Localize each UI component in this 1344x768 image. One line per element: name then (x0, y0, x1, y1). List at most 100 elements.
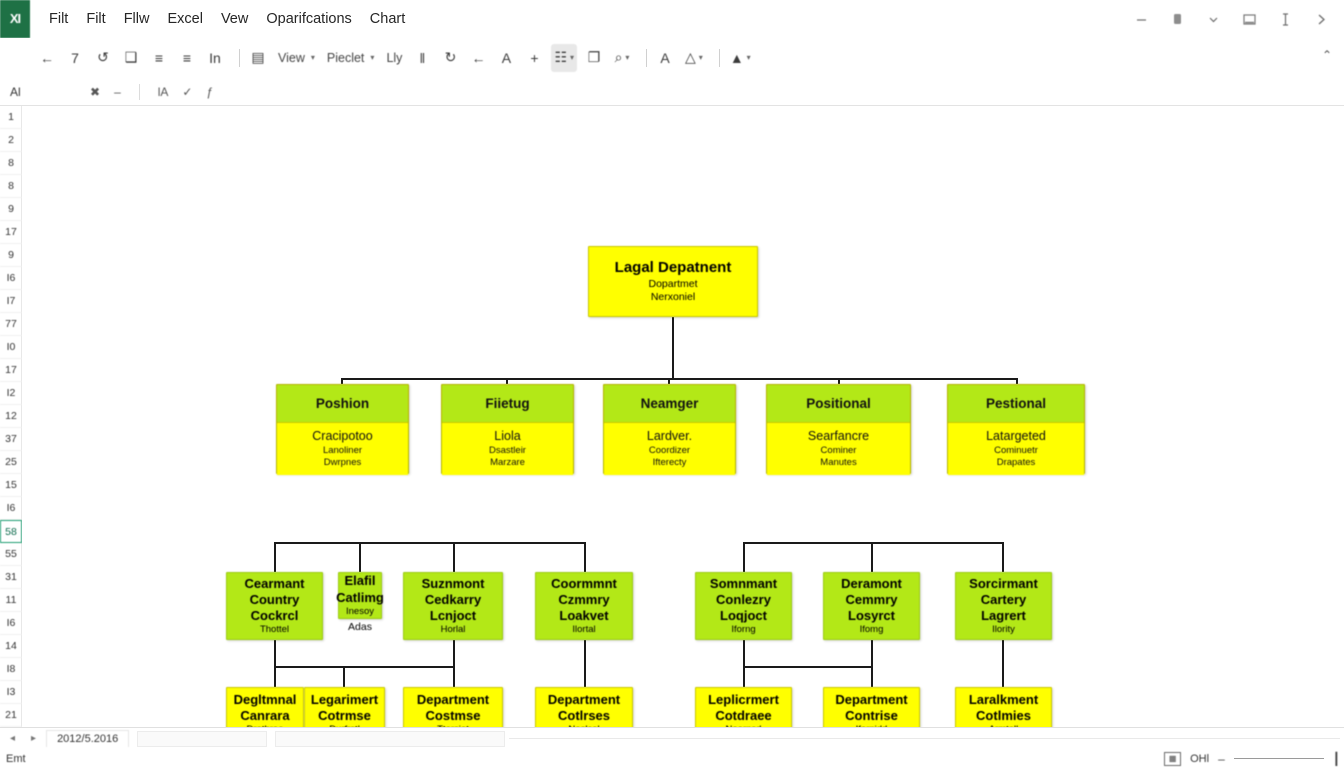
indent-icon[interactable]: In (204, 44, 226, 72)
page-icon[interactable]: ❐ (583, 44, 605, 72)
row-header[interactable]: I3 (0, 681, 22, 704)
view-icon[interactable]: ▤ (247, 44, 269, 72)
row-header[interactable]: 37 (0, 428, 22, 451)
forward-icon[interactable]: 7 (64, 44, 86, 72)
menu-excel[interactable]: Excel (158, 6, 211, 32)
back-icon[interactable]: ← (36, 44, 58, 72)
chevron-down-icon[interactable]: ▾ (370, 53, 374, 62)
row-header[interactable]: 31 (0, 566, 22, 589)
cancel-icon[interactable]: ✖ (90, 85, 100, 99)
view-dropdown[interactable]: View ▾ (275, 44, 318, 72)
org-node-l3-2[interactable]: Elafil Catlimg Inesoy (336, 572, 384, 619)
row-header[interactable]: 9 (0, 244, 22, 267)
org-node-l3-2b[interactable]: Adas (338, 619, 382, 637)
pause-icon[interactable]: ‖ (411, 44, 433, 72)
org-node-l4-7[interactable]: LaralkmentCotlmiesArmtallAratets (955, 687, 1052, 727)
org-node-l4-1[interactable]: DegltmnalCanraraDrathreaAnslict (226, 687, 304, 727)
sheet-nav-arrows[interactable]: ◂ ▸ (0, 733, 46, 744)
chevron-down-icon[interactable] (1196, 4, 1230, 34)
paragraph-icon[interactable]: ☷ ▾ (551, 43, 578, 72)
org-node-l3-4[interactable]: Coormmnt Czmmry Loakvet Ilortal (535, 572, 633, 640)
row-header[interactable]: 14 (0, 635, 22, 658)
select-dropdown[interactable]: Pieclet ▾ (324, 44, 378, 72)
zoom-icon[interactable]: ⌕ ▾ (611, 44, 633, 72)
chevron-down-icon[interactable]: ▾ (625, 53, 629, 62)
row-header[interactable]: 1 (0, 106, 22, 129)
sheet-tab-empty-1[interactable] (137, 730, 268, 747)
sheet-nav-first-icon[interactable]: ◂ (10, 733, 15, 744)
row-header[interactable]: I6 (0, 497, 22, 520)
menu-file[interactable]: Filt (40, 6, 77, 32)
org-node-l2-4[interactable]: Positional Searfancre Cominer Manutes (766, 384, 911, 475)
org-node-l3-1[interactable]: Cearmant Country Cockrcl Thottel (226, 572, 323, 640)
shape-icon[interactable]: △ ▾ (682, 44, 706, 72)
normal-view-icon[interactable]: ▦ (1164, 751, 1182, 766)
org-node-l2-3[interactable]: Neamger Lardver. Coordizer Ifterecty (603, 384, 736, 475)
row-header[interactable]: 15 (0, 474, 22, 497)
row-header[interactable]: I6 (0, 267, 22, 290)
org-node-l4-4[interactable]: DepartmentCotlrsesNeslcolAorrccl (535, 687, 633, 727)
org-node-l2-2[interactable]: Fiietug Liola Dsastleir Marzare (441, 384, 574, 475)
row-header[interactable]: I6 (0, 612, 22, 635)
font-color-icon[interactable]: A (654, 44, 676, 72)
menu-flow[interactable]: Fllw (115, 6, 159, 32)
restore-button[interactable] (1160, 4, 1194, 34)
row-header[interactable]: 25 (0, 451, 22, 474)
sheet-nav-last-icon[interactable]: ▸ (31, 733, 36, 744)
row-header[interactable]: I0 (0, 336, 22, 359)
fill-color-icon[interactable]: ▲ ▾ (727, 44, 754, 72)
row-header[interactable]: 58 (0, 520, 22, 543)
zoom-slider[interactable] (1233, 758, 1324, 759)
org-node-l4-6[interactable]: DepartmentContriseIferniddAunter (823, 687, 920, 727)
menu-view[interactable]: Vew (212, 6, 257, 32)
org-node-l2-1[interactable]: Poshion Cracipotoo Lanoliner Dwrpnes (276, 384, 409, 475)
align-icon[interactable]: ≡ (176, 44, 198, 72)
window-icon[interactable] (1232, 4, 1266, 34)
menu-chart[interactable]: Chart (361, 6, 414, 32)
minimize-button[interactable] (1124, 4, 1158, 34)
row-header[interactable]: 55 (0, 543, 22, 566)
row-header[interactable]: 17 (0, 359, 22, 382)
row-header[interactable]: 2 (0, 129, 22, 152)
row-header[interactable]: 11 (0, 589, 22, 612)
row-header[interactable]: 17 (0, 221, 22, 244)
menu-edit[interactable]: Filt (77, 6, 114, 32)
dash-icon[interactable]: – (114, 85, 121, 99)
zoom-out-button[interactable]: – (1218, 752, 1225, 766)
insert-function-icon[interactable]: ƒ (206, 85, 213, 99)
row-header[interactable]: I7 (0, 290, 22, 313)
org-node-l4-3[interactable]: DepartmentCostmseTtersietAnslet (403, 687, 503, 727)
row-header[interactable]: 21 (0, 704, 22, 727)
org-node-l4-2[interactable]: LegarimertCotrmseDurfrstlAosiert (304, 687, 385, 727)
font-icon[interactable]: A (495, 44, 517, 72)
row-header[interactable]: I2 (0, 382, 22, 405)
menu-operations[interactable]: Oparifcations (257, 6, 360, 32)
row-header[interactable]: 9 (0, 198, 22, 221)
sheet-tab[interactable]: 2012/5.2016 (46, 730, 130, 747)
org-node-l3-7[interactable]: Sorcirmant Cartery Lagrert Ilority (955, 572, 1052, 640)
undo-icon[interactable]: ← (467, 44, 489, 72)
text-cursor-icon[interactable] (1268, 4, 1302, 34)
close-button[interactable] (1304, 4, 1338, 34)
row-header[interactable]: 77 (0, 313, 22, 336)
row-header[interactable]: I8 (0, 658, 22, 681)
collapse-ribbon-icon[interactable]: ⌃ (1322, 48, 1332, 62)
org-node-l3-5[interactable]: Somnmant Conlezry Loqjoct Iforng (695, 572, 792, 640)
chart-canvas[interactable]: Lagal Depatnent Dopartmet Nerxoniel Poshion… (22, 106, 1344, 727)
add-icon[interactable]: + (523, 44, 545, 72)
row-header[interactable]: 8 (0, 152, 22, 175)
org-node-l3-6[interactable]: Deramont Cemmry Losyrct Ifomg (823, 572, 920, 640)
org-node-root[interactable]: Lagal Depatnent Dopartmet Nerxoniel (588, 246, 758, 317)
org-node-l3-3[interactable]: Suznmont Cedkarry Lcnjoct Horlal (403, 572, 503, 640)
function-icon[interactable]: lA (158, 85, 169, 99)
row-header[interactable]: 12 (0, 405, 22, 428)
chevron-down-icon[interactable]: ▾ (570, 53, 574, 62)
copy-icon[interactable]: ❑ (120, 44, 142, 72)
confirm-icon[interactable]: ✓ (182, 85, 192, 99)
org-node-l2-5[interactable]: Pestional Latargeted Cominuetr Drapates (947, 384, 1085, 475)
chevron-down-icon[interactable]: ▾ (699, 53, 703, 62)
zoom-level-label[interactable]: OHl (1190, 753, 1209, 765)
chevron-down-icon[interactable]: ▾ (747, 53, 751, 62)
sheet-tab-empty-2[interactable] (275, 730, 506, 747)
list-icon[interactable]: ≡ (148, 44, 170, 72)
